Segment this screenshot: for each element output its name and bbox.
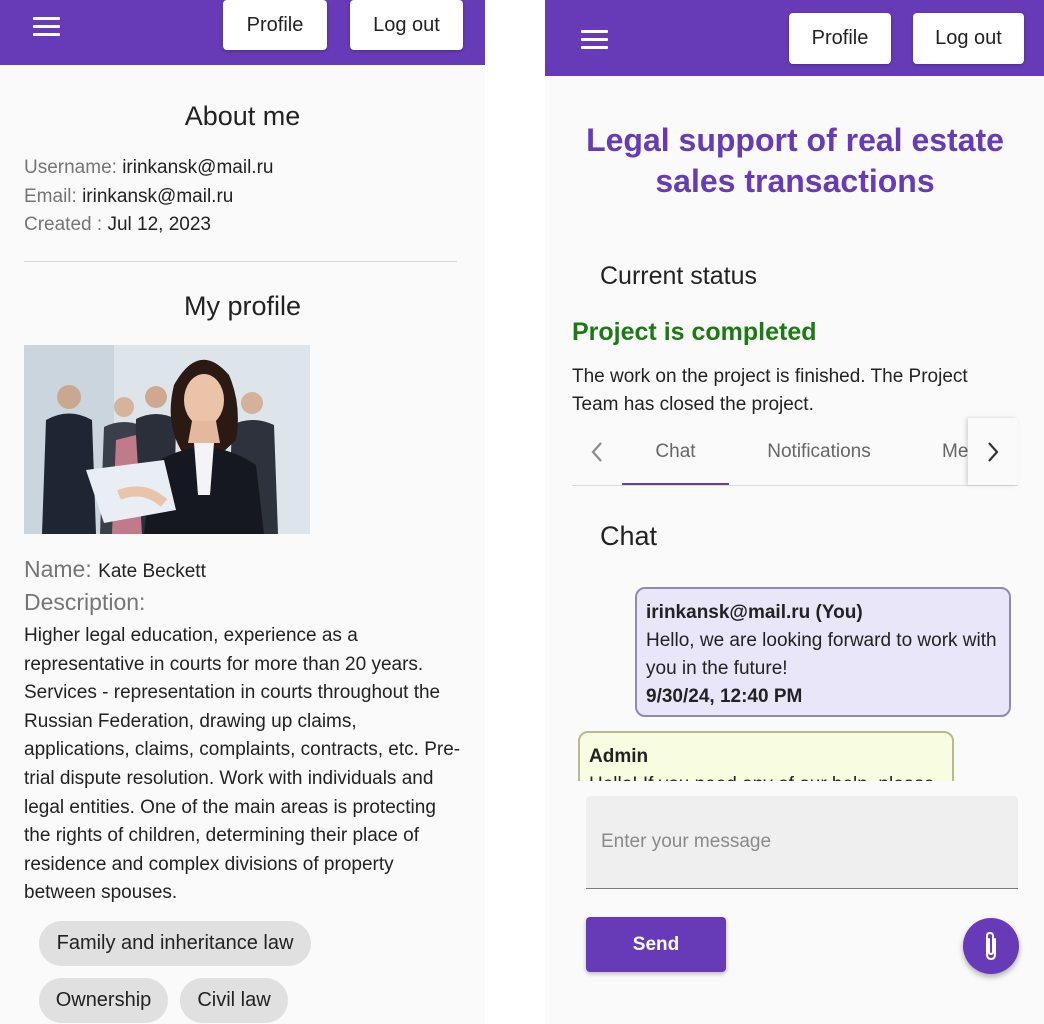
chat-heading: Chat [600,521,658,551]
username-value: irinkansk@mail.ru [122,157,274,178]
tab-chat[interactable]: Chat [622,418,729,485]
status-description: The work on the project is finished. The… [572,366,968,415]
profile-button[interactable]: Profile [789,13,891,64]
description-text: Higher legal education, experience as a … [24,625,461,904]
message-author: Admin [589,746,649,767]
message-time: 9/30/24, 12:40 PM [646,686,803,707]
chip-family-law[interactable]: Family and inheritance law [39,921,311,966]
description-label: Description: [24,589,146,615]
active-tab-indicator [622,483,729,485]
logout-button[interactable]: Log out [913,13,1024,64]
logout-button[interactable]: Log out [350,0,463,50]
menu-icon[interactable] [33,15,63,39]
chevron-right-icon[interactable] [968,418,1018,485]
status-value: Project is completed [572,318,817,346]
menu-icon[interactable] [581,28,611,52]
message-author: irinkansk@mail.ru (You) [646,602,863,623]
send-button[interactable]: Send [586,917,726,972]
message-list[interactable]: irinkansk@mail.ru (You) Hello, we are lo… [575,585,1020,781]
project-screen: Profile Log out Legal support of real es… [545,0,1044,1024]
username-line: Username: irinkansk@mail.ru [24,157,273,179]
email-value: irinkansk@mail.ru [82,186,234,207]
message-other: Admin Hello! If you need any of our help… [578,731,954,781]
tabs-viewport: Chat Notifications Me [622,418,968,485]
message-text: Hello, we are looking forward to work wi… [646,630,997,679]
name-value: Kate Beckett [98,561,206,582]
profile-button[interactable]: Profile [223,0,327,50]
top-app-bar: Profile Log out [0,0,485,65]
tab-more[interactable]: Me [942,418,968,485]
chip-civil-law[interactable]: Civil law [180,978,288,1023]
chip-ownership[interactable]: Ownership [39,978,168,1023]
section-divider [24,261,457,262]
created-label: Created : [24,214,103,235]
chevron-left-icon[interactable] [572,418,622,485]
message-input[interactable] [586,796,1018,889]
email-line: Email: irinkansk@mail.ru [24,186,233,208]
name-line: Name: Kate Beckett [24,556,206,583]
tab-chat-label: Chat [655,440,696,462]
profile-photo [24,345,310,534]
email-label: Email: [24,186,77,207]
current-status-heading: Current status [600,262,758,290]
tab-bar: Chat Notifications Me [572,418,1018,486]
my-profile-heading: My profile [183,291,302,321]
message-own: irinkansk@mail.ru (You) Hello, we are lo… [635,587,1011,717]
message-text: Hello! If you need any of our help, plea… [589,771,943,781]
username-label: Username: [24,157,117,178]
profile-screen: Profile Log out About me Username: irink… [0,0,485,1024]
tab-notifications[interactable]: Notifications [753,418,885,485]
project-title: Legal support of real estate sales trans… [586,122,1004,199]
created-value: Jul 12, 2023 [107,214,211,235]
name-label: Name: [24,556,92,582]
paperclip-icon[interactable] [963,918,1019,974]
about-me-heading: About me [184,101,301,131]
top-app-bar: Profile Log out [545,0,1044,76]
created-line: Created : Jul 12, 2023 [24,214,211,236]
